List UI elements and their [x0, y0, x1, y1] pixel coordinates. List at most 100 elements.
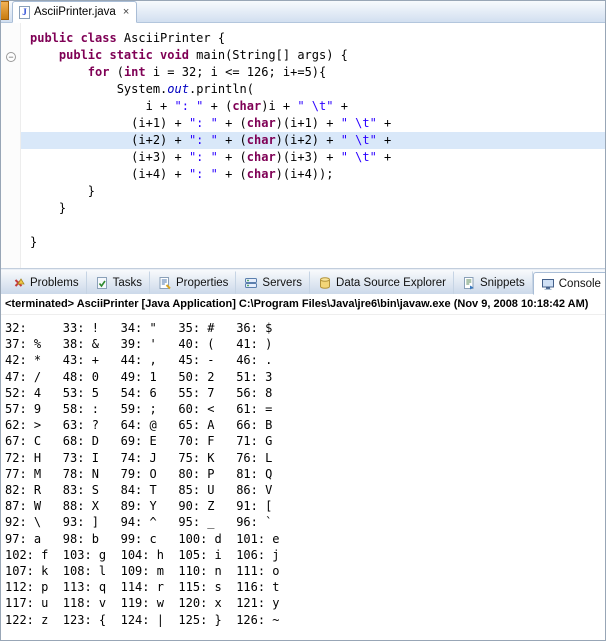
code-line[interactable]: i + ": " + (char)i + " \t" +: [21, 98, 605, 115]
code-keyword: public static void: [59, 48, 189, 62]
code-line[interactable]: }: [21, 183, 605, 200]
code-string: " \t": [297, 99, 333, 113]
view-tab-bar: Problems Tasks Properties Servers Data S…: [1, 269, 605, 294]
console-line: 62: > 63: ? 64: @ 65: A 66: B: [5, 417, 605, 433]
code-text: )i +: [261, 99, 297, 113]
code-keyword: for: [88, 65, 110, 79]
code-text: AsciiPrinter {: [117, 31, 225, 45]
console-icon: [541, 277, 555, 291]
code-text: (i+1) +: [131, 116, 189, 130]
code-line[interactable]: public class AsciiPrinter {: [21, 30, 605, 47]
code-text: (i+2) +: [131, 133, 189, 147]
code-keyword: char: [247, 116, 276, 130]
code-text: }: [59, 201, 66, 215]
properties-icon: [158, 276, 172, 290]
code-string: ": ": [189, 150, 218, 164]
code-line[interactable]: (i+3) + ": " + (char)(i+3) + " \t" +: [21, 149, 605, 166]
fold-collapse-icon[interactable]: −: [6, 52, 16, 62]
editor-tab-close-icon[interactable]: ×: [123, 7, 129, 18]
console-line: 72: H 73: I 74: J 75: K 76: L: [5, 450, 605, 466]
tab-snippets[interactable]: Snippets: [454, 271, 533, 294]
code-keyword: int: [124, 65, 146, 79]
tasks-icon: [95, 276, 109, 290]
editor-tab-bar: J AsciiPrinter.java ×: [1, 1, 605, 23]
console-line: 87: W 88: X 89: Y 90: Z 91: [: [5, 498, 605, 514]
code-line[interactable]: }: [21, 234, 605, 251]
tab-properties[interactable]: Properties: [150, 271, 236, 294]
console-line: 97: a 98: b 99: c 100: d 101: e: [5, 531, 605, 547]
code-text: + (: [218, 167, 247, 181]
code-keyword: char: [247, 167, 276, 181]
code-text: + (: [218, 116, 247, 130]
console-line: 82: R 83: S 84: T 85: U 86: V: [5, 482, 605, 498]
code-string: ": ": [175, 99, 204, 113]
code-line[interactable]: [21, 217, 605, 234]
console-line: 102: f 103: g 104: h 105: i 106: j: [5, 547, 605, 563]
tab-label: Properties: [176, 277, 228, 289]
code-keyword: public class: [30, 31, 117, 45]
eclipse-window: J AsciiPrinter.java × − public class Asc…: [0, 0, 606, 641]
tab-label: Data Source Explorer: [336, 277, 446, 289]
code-text: +: [333, 99, 347, 113]
tab-label: Tasks: [113, 277, 142, 289]
tab-problems[interactable]: Problems: [4, 271, 87, 294]
code-keyword: char: [247, 133, 276, 147]
tab-data-source-explorer[interactable]: Data Source Explorer: [310, 271, 454, 294]
code-line[interactable]: public static void main(String[] args) {: [21, 47, 605, 64]
console-line: 92: \ 93: ] 94: ^ 95: _ 96: `: [5, 514, 605, 530]
code-text: )(i+1) +: [276, 116, 341, 130]
tab-label: Problems: [30, 277, 79, 289]
code-text: main(String[] args) {: [189, 48, 348, 62]
tab-tasks[interactable]: Tasks: [87, 271, 150, 294]
servers-icon: [244, 276, 258, 290]
code-text: )(i+3) +: [276, 150, 341, 164]
console-line: 112: p 113: q 114: r 115: s 116: t: [5, 579, 605, 595]
code-text: + (: [218, 150, 247, 164]
code-text: }: [88, 184, 95, 198]
console-line: 47: / 48: 0 49: 1 50: 2 51: 3: [5, 369, 605, 385]
editor-tab-asciiprinter[interactable]: J AsciiPrinter.java ×: [12, 1, 137, 23]
code-text: i +: [146, 99, 175, 113]
console-line: 52: 4 53: 5 54: 6 55: 7 56: 8: [5, 385, 605, 401]
code-text: +: [377, 133, 391, 147]
tab-label: Console: [559, 278, 601, 290]
code-line[interactable]: for (int i = 32; i <= 126; i+=5){: [21, 64, 605, 81]
console-line: 122: z 123: { 124: | 125: } 126: ~: [5, 612, 605, 628]
tab-console[interactable]: Console ×: [533, 272, 606, 295]
console-line: 57: 9 58: : 59: ; 60: < 61: =: [5, 401, 605, 417]
code-string: ": ": [189, 116, 218, 130]
console-output[interactable]: 32: 33: ! 34: " 35: # 36: $37: % 38: & 3…: [1, 315, 605, 640]
code-text: )(i+2) +: [276, 133, 341, 147]
code-line[interactable]: System.out.println(: [21, 81, 605, 98]
code-text: )(i+4));: [276, 167, 334, 181]
tab-label: Snippets: [480, 277, 525, 289]
console-line: 117: u 118: v 119: w 120: x 121: y: [5, 595, 605, 611]
snippets-icon: [462, 276, 476, 290]
console-status-line: <terminated> AsciiPrinter [Java Applicat…: [1, 294, 605, 315]
console-line: 42: * 43: + 44: , 45: - 46: .: [5, 352, 605, 368]
code-line[interactable]: (i+2) + ": " + (char)(i+2) + " \t" +: [21, 132, 605, 149]
code-string: " \t": [341, 150, 377, 164]
database-icon: [318, 276, 332, 290]
tab-servers[interactable]: Servers: [236, 271, 310, 294]
code-text: (: [109, 65, 123, 79]
console-line: 37: % 38: & 39: ' 40: ( 41: ): [5, 336, 605, 352]
console-line: 77: M 78: N 79: O 80: P 81: Q: [5, 466, 605, 482]
code-text: i = 32; i <= 126; i+=5){: [146, 65, 327, 79]
code-area[interactable]: public class AsciiPrinter { public stati…: [21, 23, 605, 268]
console-line: 32: 33: ! 34: " 35: # 36: $: [5, 320, 605, 336]
code-keyword: char: [247, 150, 276, 164]
console-line: 107: k 108: l 109: m 110: n 111: o: [5, 563, 605, 579]
code-line[interactable]: (i+4) + ": " + (char)(i+4));: [21, 166, 605, 183]
code-line[interactable]: (i+1) + ": " + (char)(i+1) + " \t" +: [21, 115, 605, 132]
code-string: " \t": [341, 133, 377, 147]
code-text: System.: [117, 82, 168, 96]
editor-tab-label: AsciiPrinter.java: [34, 6, 116, 18]
code-string: " \t": [341, 116, 377, 130]
tab-label: Servers: [262, 277, 302, 289]
code-editor: − public class AsciiPrinter { public sta…: [1, 23, 605, 269]
code-line[interactable]: }: [21, 200, 605, 217]
java-file-icon: J: [19, 6, 30, 19]
problems-icon: [12, 276, 26, 290]
code-string: ": ": [189, 167, 218, 181]
